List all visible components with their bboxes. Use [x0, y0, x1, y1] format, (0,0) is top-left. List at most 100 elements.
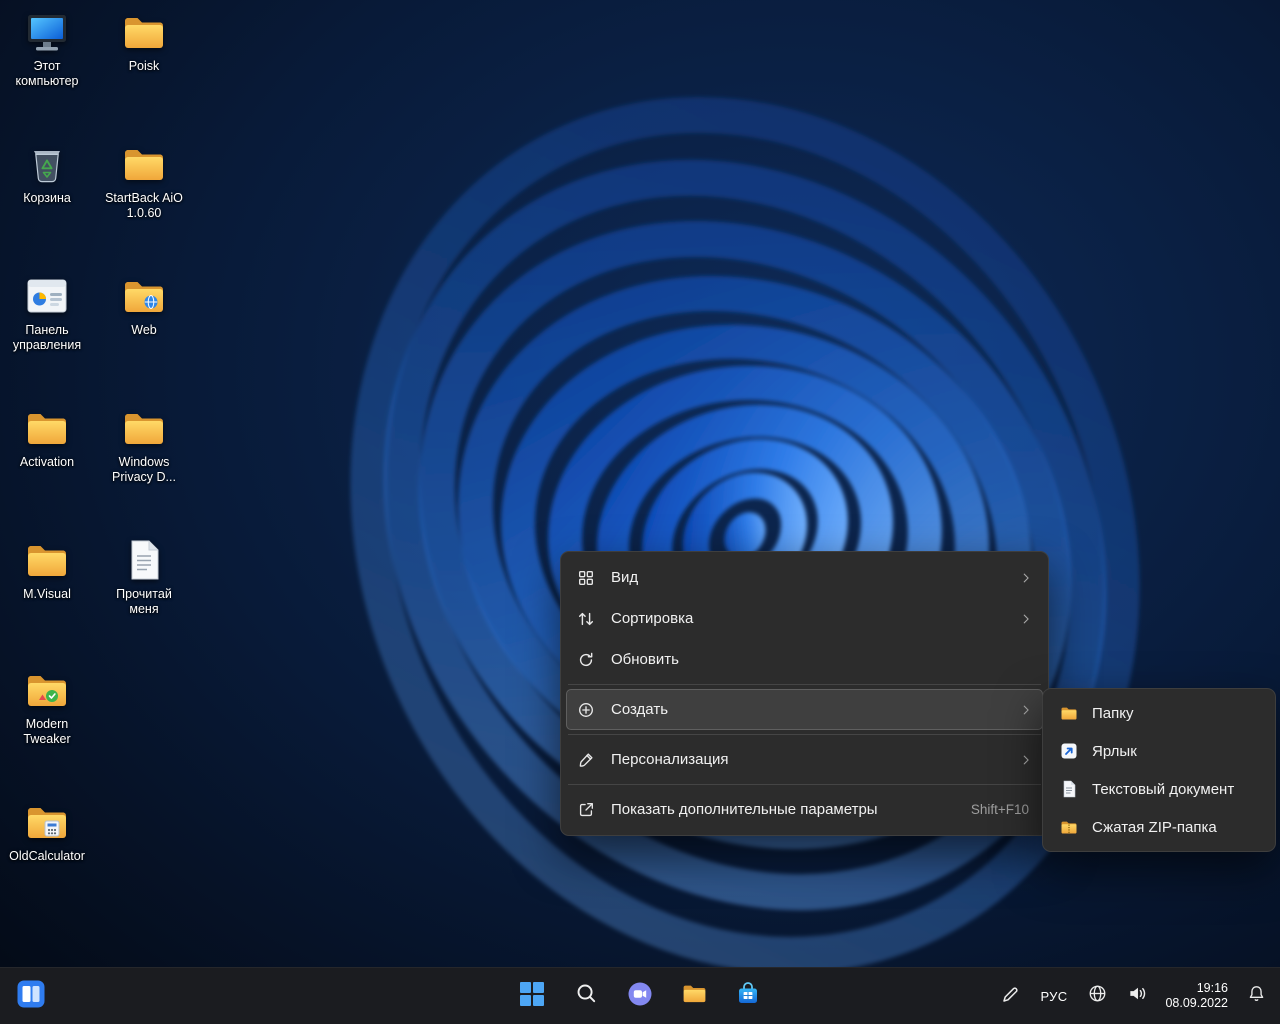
- search-icon: [574, 981, 599, 1011]
- pen-tray-button[interactable]: [997, 978, 1025, 1014]
- desktop-icon-label: M.Visual: [23, 587, 71, 602]
- notifications-button[interactable]: [1242, 978, 1270, 1014]
- chevron-right-icon: [1019, 571, 1033, 585]
- submenu-item-shortcut[interactable]: Ярлык: [1048, 732, 1270, 770]
- desktop-icon-oldcalculator[interactable]: OldCalculator: [2, 798, 92, 864]
- clock[interactable]: 19:16 08.09.2022: [1163, 981, 1230, 1011]
- desktop-icon-label: Windows Privacy D...: [100, 455, 188, 485]
- menu-item-label: Персонализация: [611, 751, 1005, 768]
- submenu-item-label: Папку: [1092, 705, 1133, 722]
- desktop-icon-startback[interactable]: StartBack AiO 1.0.60: [99, 140, 189, 221]
- text-document-icon: [1058, 779, 1080, 799]
- wallpaper-bloom: [0, 0, 1280, 1024]
- desktop-icon-label: Poisk: [129, 59, 160, 74]
- menu-item-label: Вид: [611, 569, 1005, 586]
- desktop-icon-this-pc[interactable]: Этот компьютер: [2, 8, 92, 89]
- menu-item-label: Обновить: [611, 651, 1033, 668]
- taskbar-center-icons: [512, 968, 768, 1024]
- folder-icon: [120, 272, 168, 320]
- file-explorer-button[interactable]: [674, 976, 714, 1016]
- chevron-right-icon: [1019, 612, 1033, 626]
- recycle-bin-icon: [23, 140, 71, 188]
- desktop-icon-windows-privacy[interactable]: Windows Privacy D...: [99, 404, 189, 485]
- desktop-icon-readme[interactable]: Прочитай меня: [99, 536, 189, 617]
- desktop-icon-label: Activation: [20, 455, 74, 470]
- menu-item-personalize[interactable]: Персонализация: [566, 739, 1043, 780]
- store-bag-icon: [735, 981, 761, 1012]
- menu-item-label: Сортировка: [611, 610, 1005, 627]
- desktop-icon-label: Web: [131, 323, 156, 338]
- chevron-right-icon: [1019, 753, 1033, 767]
- clock-date: 08.09.2022: [1165, 996, 1228, 1011]
- clock-time: 19:16: [1165, 981, 1228, 996]
- folder-icon: [120, 140, 168, 188]
- menu-item-label: Показать дополнительные параметры: [611, 801, 957, 818]
- folder-calc-icon: [23, 798, 71, 846]
- volume-tray-button[interactable]: [1123, 978, 1151, 1014]
- zip-folder-icon: [1058, 817, 1080, 837]
- desktop-icon-activation[interactable]: Activation: [2, 404, 92, 470]
- context-menu: Вид Сортировка Обновить Созд: [560, 551, 1049, 836]
- desktop-icon-modern-tweaker[interactable]: Modern Tweaker: [2, 666, 92, 747]
- desktop-icon-poisk[interactable]: Poisk: [99, 8, 189, 74]
- taskbar-corner-app-button[interactable]: [16, 981, 46, 1011]
- microsoft-store-button[interactable]: [728, 976, 768, 1016]
- text-document-icon: [120, 536, 168, 584]
- language-indicator[interactable]: РУС: [1037, 978, 1072, 1014]
- this-pc-icon: [23, 8, 71, 56]
- desktop-icon-label: Этот компьютер: [3, 59, 91, 89]
- folder-icon: [23, 404, 71, 452]
- shortcut-arrow-icon: [1058, 741, 1080, 761]
- desktop-icon-label: Панель управления: [3, 323, 91, 353]
- submenu-item-folder[interactable]: Папку: [1048, 694, 1270, 732]
- globe-network-icon: [1087, 983, 1108, 1009]
- submenu-item-label: Ярлык: [1092, 743, 1137, 760]
- desktop-icon-control-panel[interactable]: Панель управления: [2, 272, 92, 353]
- folder-icon: [23, 536, 71, 584]
- menu-separator: [568, 734, 1041, 735]
- desktop-icon-label: Прочитай меня: [100, 587, 188, 617]
- blue-panel-icon: [16, 979, 46, 1014]
- chat-camera-icon: [627, 981, 653, 1012]
- submenu-item-label: Текстовый документ: [1092, 781, 1234, 798]
- windows-desktop: Этот компьютер Poisk Корзина StartBack A…: [0, 0, 1280, 1024]
- menu-item-show-more-options[interactable]: Показать дополнительные параметры Shift+…: [566, 789, 1043, 830]
- more-options-icon: [575, 800, 597, 820]
- menu-item-sort[interactable]: Сортировка: [566, 598, 1043, 639]
- menu-item-label: Создать: [611, 701, 1005, 718]
- menu-item-shortcut: Shift+F10: [971, 802, 1029, 817]
- folder-icon: [120, 8, 168, 56]
- menu-separator: [568, 684, 1041, 685]
- sort-icon: [575, 609, 597, 629]
- refresh-icon: [575, 650, 597, 670]
- desktop-icon-web[interactable]: Web: [99, 272, 189, 338]
- desktop-icon-label: Корзина: [23, 191, 71, 206]
- submenu-item-text-document[interactable]: Текстовый документ: [1048, 770, 1270, 808]
- desktop-icon-mvisual[interactable]: M.Visual: [2, 536, 92, 602]
- menu-separator: [568, 784, 1041, 785]
- desktop-icon-label: OldCalculator: [9, 849, 85, 864]
- folder-app-icon: [23, 666, 71, 714]
- desktop-icon-recycle-bin[interactable]: Корзина: [2, 140, 92, 206]
- file-explorer-folder-icon: [681, 980, 708, 1012]
- new-submenu: Папку Ярлык Текстовый документ Сжатая ZI…: [1042, 688, 1276, 852]
- menu-item-refresh[interactable]: Обновить: [566, 639, 1043, 680]
- notification-bell-icon: [1246, 983, 1267, 1009]
- submenu-item-label: Сжатая ZIP-папка: [1092, 819, 1217, 836]
- menu-item-view[interactable]: Вид: [566, 557, 1043, 598]
- control-panel-icon: [23, 272, 71, 320]
- taskbar: РУС 19:16 08.09.2022: [0, 967, 1280, 1024]
- view-grid-icon: [575, 568, 597, 588]
- chat-button[interactable]: [620, 976, 660, 1016]
- menu-item-new[interactable]: Создать: [566, 689, 1043, 730]
- folder-icon: [120, 404, 168, 452]
- submenu-item-zip-folder[interactable]: Сжатая ZIP-папка: [1048, 808, 1270, 846]
- folder-icon: [1058, 703, 1080, 723]
- network-tray-button[interactable]: [1083, 978, 1111, 1014]
- desktop-icon-label: StartBack AiO 1.0.60: [100, 191, 188, 221]
- desktop-icon-label: Modern Tweaker: [3, 717, 91, 747]
- search-button[interactable]: [566, 976, 606, 1016]
- speaker-icon: [1127, 983, 1148, 1009]
- new-plus-circle-icon: [575, 700, 597, 720]
- start-button[interactable]: [512, 976, 552, 1016]
